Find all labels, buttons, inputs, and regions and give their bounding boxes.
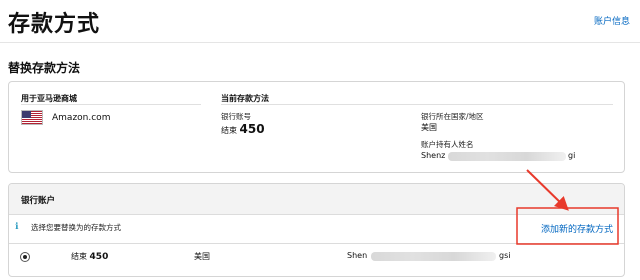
account-radio-button[interactable] [20, 252, 30, 262]
marketplace-name: Amazon.com [52, 113, 111, 123]
add-deposit-method-link[interactable]: 添加新的存款方式 [541, 222, 613, 235]
holder-name-label: 账户持有人姓名 [421, 140, 474, 149]
bank-accounts-header [9, 184, 624, 215]
header-divider [0, 42, 640, 43]
row-holder-name-tail: gsi [499, 251, 511, 260]
row-holder-name: Shen [347, 251, 368, 260]
account-info-link[interactable]: 账户信息 [594, 14, 630, 27]
current-method-divider [221, 104, 613, 105]
row-account-ending: 结束 450 [71, 252, 109, 262]
account-ending-digits: 450 [89, 252, 109, 262]
hint-text: 选择您要替换为的存款方式 [31, 223, 121, 232]
account-ending-digits: 450 [239, 122, 265, 136]
redacted-holder-name [448, 152, 566, 161]
account-number-value: 结束 450 [221, 122, 265, 136]
bank-country-label: 银行所在国家/地区 [421, 112, 484, 121]
info-icon: ℹ [15, 222, 19, 232]
account-ending: 结束 450 [221, 122, 265, 136]
marketplace-divider [21, 104, 201, 105]
us-flag-icon [21, 110, 43, 125]
marketplace-label: 用于亚马逊商城 [21, 94, 77, 103]
holder-name-value: Shenz [421, 151, 446, 160]
account-number-label: 银行账号 [221, 112, 251, 121]
current-method-label: 当前存款方法 [221, 94, 269, 103]
redacted-row-name [371, 252, 496, 261]
holder-name-tail: gi [568, 151, 576, 160]
page-title: 存款方式 [8, 12, 101, 37]
row-country: 美国 [194, 252, 210, 261]
bank-accounts-title: 银行账户 [21, 196, 56, 206]
bank-country-value: 美国 [421, 123, 437, 132]
section-title: 替换存款方法 [8, 61, 81, 75]
